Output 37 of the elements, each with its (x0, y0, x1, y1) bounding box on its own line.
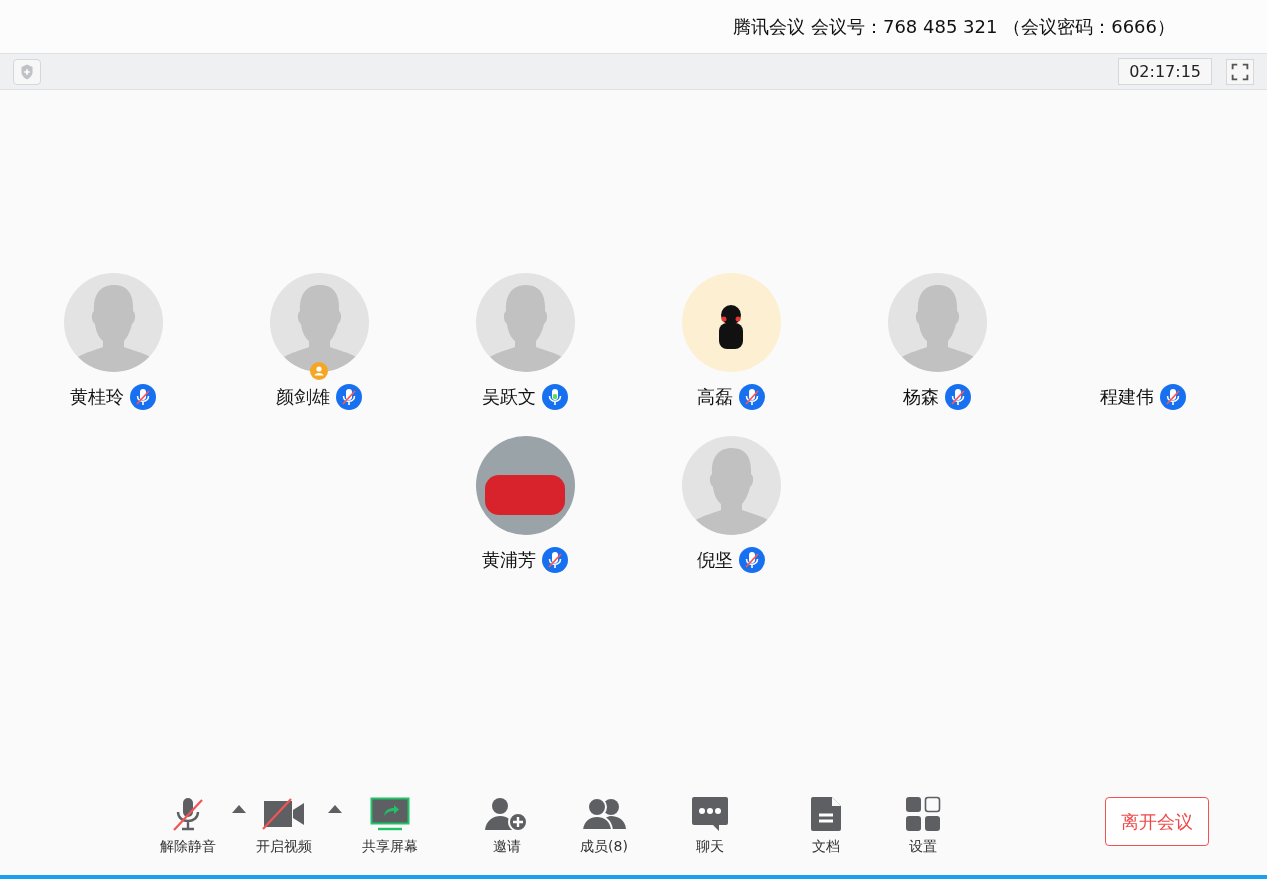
participant-name: 高磊 (697, 385, 733, 409)
mic-icon (542, 384, 568, 410)
meeting-title: 腾讯会议 会议号：768 485 321 （会议密码：6666） (733, 15, 1175, 39)
participant-name: 倪坚 (697, 548, 733, 572)
muted-mic-icon (130, 384, 156, 410)
muted-mic-icon (542, 547, 568, 573)
participant-name: 程建伟 (1100, 385, 1154, 409)
leave-meeting-button[interactable]: 离开会议 (1105, 797, 1209, 846)
participant-name: 颜剑雄 (276, 385, 330, 409)
participant-name: 黄浦芳 (482, 548, 536, 572)
participant-name: 黄桂玲 (70, 385, 124, 409)
toolbar-button[interactable]: 文档 (788, 791, 864, 855)
grid-icon (905, 796, 941, 832)
participant-name: 吴跃文 (482, 385, 536, 409)
dropdown-caret-icon[interactable] (232, 805, 246, 813)
muted-mic-icon (170, 796, 206, 832)
toolbar-button[interactable]: 聊天 (672, 791, 748, 855)
toolbar-button[interactable]: 设置 (885, 791, 961, 855)
participant-name: 杨森 (903, 385, 939, 409)
chat-icon (691, 796, 729, 832)
document-icon (810, 796, 842, 832)
toolbar-button[interactable]: 共享屏幕 (352, 791, 428, 855)
screen-share-icon (370, 797, 410, 831)
toolbar-button[interactable]: 开启视频 (246, 791, 322, 855)
toolbar-button[interactable]: 邀请 (469, 791, 545, 855)
meeting-timer: 02:17:15 (1118, 58, 1212, 85)
video-off-icon (262, 798, 306, 830)
muted-mic-icon (336, 384, 362, 410)
dropdown-caret-icon[interactable] (328, 805, 342, 813)
toolbar-button[interactable]: 成员(8) (566, 791, 642, 855)
toolbar-button[interactable]: 解除静音 (150, 791, 226, 855)
muted-mic-icon (739, 384, 765, 410)
muted-mic-icon (739, 547, 765, 573)
fullscreen-icon[interactable] (1226, 58, 1254, 85)
muted-mic-icon (945, 384, 971, 410)
users-icon (581, 797, 627, 831)
muted-mic-icon (1160, 384, 1186, 410)
